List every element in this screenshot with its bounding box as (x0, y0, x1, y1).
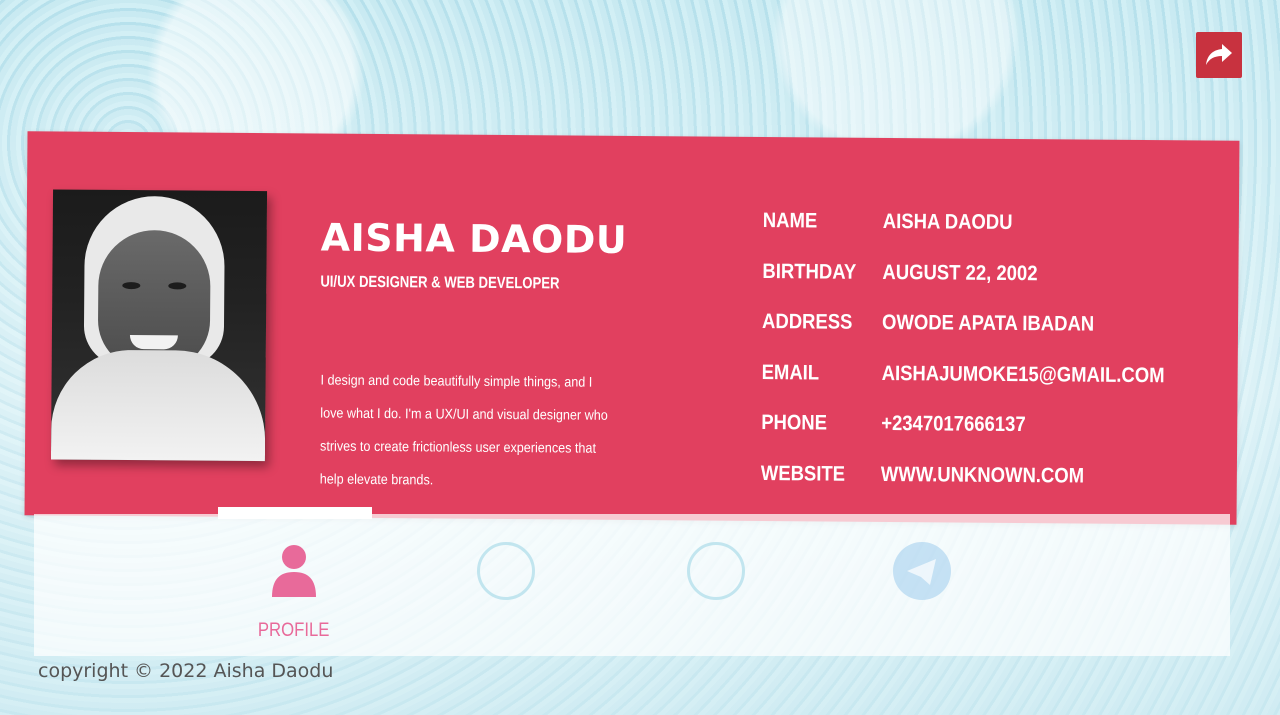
nav-label: PROFILE (258, 620, 330, 641)
info-label: ADDRESS (761, 310, 853, 334)
info-row-address: ADDRESS OWODE APATA IBADAN (762, 310, 1204, 364)
bio-line: love what I do. I'm a UX/UI and visual d… (320, 404, 608, 423)
info-value: WWW.UNKNOWN.COM (880, 462, 1085, 488)
share-button[interactable] (1196, 32, 1242, 78)
info-list: NAME AISHA DAODU BIRTHDAY AUGUST 22, 200… (761, 209, 1205, 515)
bio-line: I design and code beautifully simple thi… (320, 371, 593, 390)
info-value: AISHAJUMOKE15@GMAIL.COM (881, 361, 1165, 387)
user-icon (263, 540, 325, 602)
info-label: EMAIL (761, 360, 820, 384)
info-row-phone: PHONE +2347017666137 (761, 411, 1203, 465)
nav-resume[interactable] (436, 540, 576, 625)
send-icon (891, 540, 953, 602)
nav-profile[interactable]: PROFILE (224, 540, 364, 642)
share-arrow-icon (1206, 44, 1232, 65)
info-label: NAME (762, 209, 818, 233)
nav-portfolio[interactable] (646, 540, 786, 625)
info-row-name: NAME AISHA DAODU (763, 209, 1205, 263)
active-tab-indicator (218, 507, 372, 519)
info-label: WEBSITE (760, 461, 846, 486)
copyright-text: copyright © 2022 Aisha Daodu (38, 660, 334, 682)
info-value: OWODE APATA IBADAN (881, 310, 1095, 336)
info-value: AUGUST 22, 2002 (882, 260, 1038, 285)
info-value: AISHA DAODU (882, 209, 1013, 234)
bottom-nav (34, 514, 1230, 656)
info-row-email: EMAIL AISHAJUMOKE15@GMAIL.COM (761, 361, 1203, 415)
bio-line: help elevate brands. (319, 470, 434, 488)
info-row-website: WEBSITE WWW.UNKNOWN.COM (761, 462, 1203, 516)
resume-icon (475, 540, 537, 602)
info-value: +2347017666137 (881, 411, 1026, 437)
info-label: BIRTHDAY (762, 259, 857, 284)
profile-name: AISHA DAODU (320, 215, 628, 262)
nav-contact[interactable] (852, 540, 992, 625)
bio-line: strives to create frictionless user expe… (320, 437, 597, 456)
info-row-birthday: BIRTHDAY AUGUST 22, 2002 (762, 260, 1204, 314)
info-label: PHONE (761, 411, 828, 435)
profile-title: UI/UX DESIGNER & WEB DEVELOPER (320, 273, 560, 293)
profile-photo (50, 189, 268, 462)
profile-card: AISHA DAODU UI/UX DESIGNER & WEB DEVELOP… (24, 131, 1240, 525)
portfolio-icon (685, 540, 747, 602)
profile-bio: I design and code beautifully simple thi… (320, 364, 645, 499)
